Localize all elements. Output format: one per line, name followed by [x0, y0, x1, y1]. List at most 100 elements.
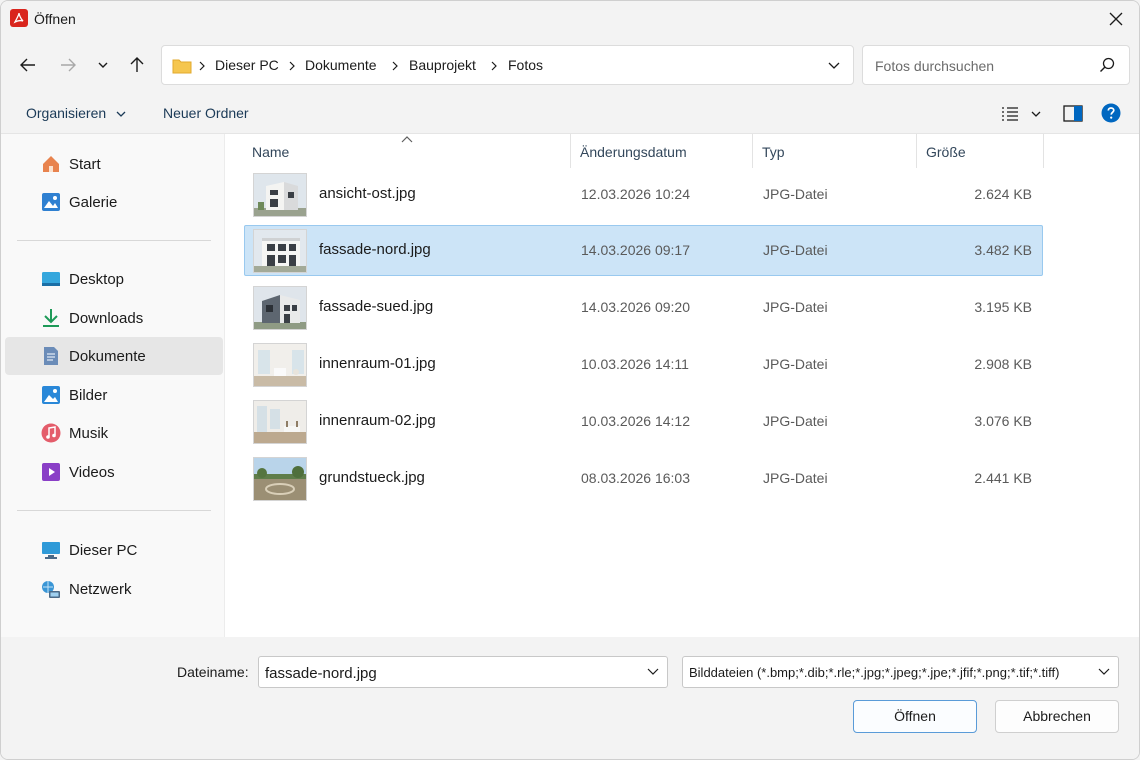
network-icon — [42, 581, 60, 598]
filename-label: Dateiname: — [177, 664, 249, 680]
image-thumbnail — [253, 229, 307, 273]
column-header-size[interactable]: Größe — [917, 134, 1043, 168]
search-icon — [1100, 57, 1115, 72]
file-type: JPG-Datei — [763, 242, 828, 258]
sidebar-item-bilder[interactable]: Bilder — [5, 376, 223, 414]
recent-locations-button[interactable] — [89, 51, 117, 79]
table-row[interactable]: grundstueck.jpg 08.03.2026 16:03 JPG-Dat… — [244, 453, 1043, 504]
chevron-down-icon — [116, 111, 126, 117]
file-size: 2.441 KB — [974, 470, 1032, 486]
file-name: innenraum-02.jpg — [319, 412, 436, 429]
sidebar-item-musik[interactable]: Musik — [5, 414, 223, 452]
file-date: 14.03.2026 09:17 — [581, 242, 690, 258]
up-button[interactable] — [123, 51, 151, 79]
search-input[interactable] — [875, 56, 1085, 76]
sidebar-item-videos[interactable]: Videos — [5, 453, 223, 491]
sidebar-item-dokumente[interactable]: Dokumente — [5, 337, 223, 375]
title-bar: Öffnen — [1, 1, 1139, 37]
file-type: JPG-Datei — [763, 470, 828, 486]
breadcrumb-item-dokumente[interactable]: Dokumente — [305, 57, 377, 73]
file-type: JPG-Datei — [763, 299, 828, 315]
preview-pane-icon — [1063, 105, 1083, 122]
chevron-right-icon — [289, 61, 295, 71]
gallery-icon — [42, 193, 60, 211]
pc-icon — [42, 542, 60, 559]
chevron-right-icon — [491, 61, 497, 71]
chevron-right-icon — [392, 61, 398, 71]
table-row[interactable]: ansicht-ost.jpg 12.03.2026 10:24 JPG-Dat… — [244, 169, 1043, 220]
dialog-footer: Dateiname: Bilddateien (*.bmp;*.dib;*.rl… — [1, 637, 1139, 759]
table-row-selected[interactable]: fassade-nord.jpg 14.03.2026 09:17 JPG-Da… — [244, 225, 1043, 276]
open-dialog: Öffnen Dieser PC Dokumente Bauprojekt Fo — [0, 0, 1140, 760]
command-bar: Organisieren Neuer Ordner — [1, 93, 1139, 134]
column-header-type[interactable]: Typ — [753, 134, 916, 168]
breadcrumb-item-fotos[interactable]: Fotos — [508, 57, 543, 73]
pdf-app-icon — [10, 9, 28, 27]
image-thumbnail — [253, 173, 307, 217]
folder-icon — [172, 59, 192, 74]
file-date: 10.03.2026 14:12 — [581, 413, 690, 429]
open-button[interactable]: Öffnen — [853, 700, 977, 733]
image-thumbnail — [253, 400, 307, 444]
sidebar-item-netzwerk[interactable]: Netzwerk — [5, 570, 223, 608]
image-thumbnail — [253, 343, 307, 387]
sidebar-divider — [17, 510, 211, 511]
file-name: fassade-nord.jpg — [319, 241, 431, 258]
breadcrumb-item-bauprojekt[interactable]: Bauprojekt — [409, 57, 476, 73]
column-header-name[interactable]: Name — [244, 134, 570, 168]
column-header-date[interactable]: Änderungsdatum — [571, 134, 752, 168]
music-icon — [41, 423, 61, 443]
table-row[interactable]: innenraum-01.jpg 10.03.2026 14:11 JPG-Da… — [244, 339, 1043, 390]
file-name: ansicht-ost.jpg — [319, 185, 416, 202]
view-options-chevron-icon — [1031, 111, 1041, 117]
file-size: 3.076 KB — [974, 413, 1032, 429]
file-name: grundstueck.jpg — [319, 469, 425, 486]
chevron-down-icon — [1098, 668, 1110, 675]
arrow-right-icon — [61, 58, 76, 72]
chevron-down-icon — [647, 668, 659, 675]
file-size: 2.624 KB — [974, 186, 1032, 202]
file-type-filter[interactable]: Bilddateien (*.bmp;*.dib;*.rle;*.jpg;*.j… — [682, 656, 1119, 688]
file-date: 14.03.2026 09:20 — [581, 299, 690, 315]
chevron-down-icon — [98, 62, 108, 68]
image-thumbnail — [253, 457, 307, 501]
document-icon — [44, 347, 58, 365]
help-icon — [1101, 103, 1121, 123]
sidebar-item-downloads[interactable]: Downloads — [5, 299, 223, 337]
sidebar-item-desktop[interactable]: Desktop — [5, 260, 223, 298]
close-button[interactable] — [1093, 1, 1139, 37]
sidebar-item-dieser-pc[interactable]: Dieser PC — [5, 531, 223, 569]
sidebar-item-start[interactable]: Start — [5, 145, 223, 183]
image-thumbnail — [253, 286, 307, 330]
forward-button[interactable] — [54, 51, 82, 79]
chevron-right-icon — [199, 61, 205, 71]
new-folder-button[interactable]: Neuer Ordner — [163, 105, 249, 121]
filename-input[interactable] — [265, 663, 635, 683]
window-title: Öffnen — [34, 11, 76, 27]
video-icon — [42, 463, 60, 481]
file-name: fassade-sued.jpg — [319, 298, 434, 315]
search-box[interactable] — [862, 45, 1130, 85]
file-date: 10.03.2026 14:11 — [581, 356, 689, 372]
details-view-icon — [1002, 107, 1018, 121]
file-size: 2.908 KB — [974, 356, 1032, 372]
file-size: 3.482 KB — [974, 242, 1032, 258]
breadcrumb[interactable]: Dieser PC Dokumente Bauprojekt Fotos — [161, 45, 854, 85]
sidebar-item-galerie[interactable]: Galerie — [5, 183, 223, 221]
chevron-down-icon — [828, 62, 840, 69]
table-row[interactable]: innenraum-02.jpg 10.03.2026 14:12 JPG-Da… — [244, 396, 1043, 447]
back-button[interactable] — [14, 51, 42, 79]
download-icon — [43, 309, 59, 327]
table-row[interactable]: fassade-sued.jpg 14.03.2026 09:20 JPG-Da… — [244, 282, 1043, 333]
arrow-left-icon — [20, 58, 35, 72]
file-list: Name Änderungsdatum Typ Größe ansicht-os… — [225, 134, 1139, 637]
file-type: JPG-Datei — [763, 356, 828, 372]
navigation-pane: Start Galerie Desktop Downloads Dokument… — [1, 134, 225, 637]
breadcrumb-item-dieser-pc[interactable]: Dieser PC — [215, 57, 279, 73]
filename-combobox[interactable] — [258, 656, 668, 688]
cancel-button[interactable]: Abbrechen — [995, 700, 1119, 733]
file-date: 12.03.2026 10:24 — [581, 186, 690, 202]
file-type: JPG-Datei — [763, 186, 828, 202]
organize-button[interactable]: Organisieren — [26, 105, 106, 121]
sidebar-divider — [17, 240, 211, 241]
